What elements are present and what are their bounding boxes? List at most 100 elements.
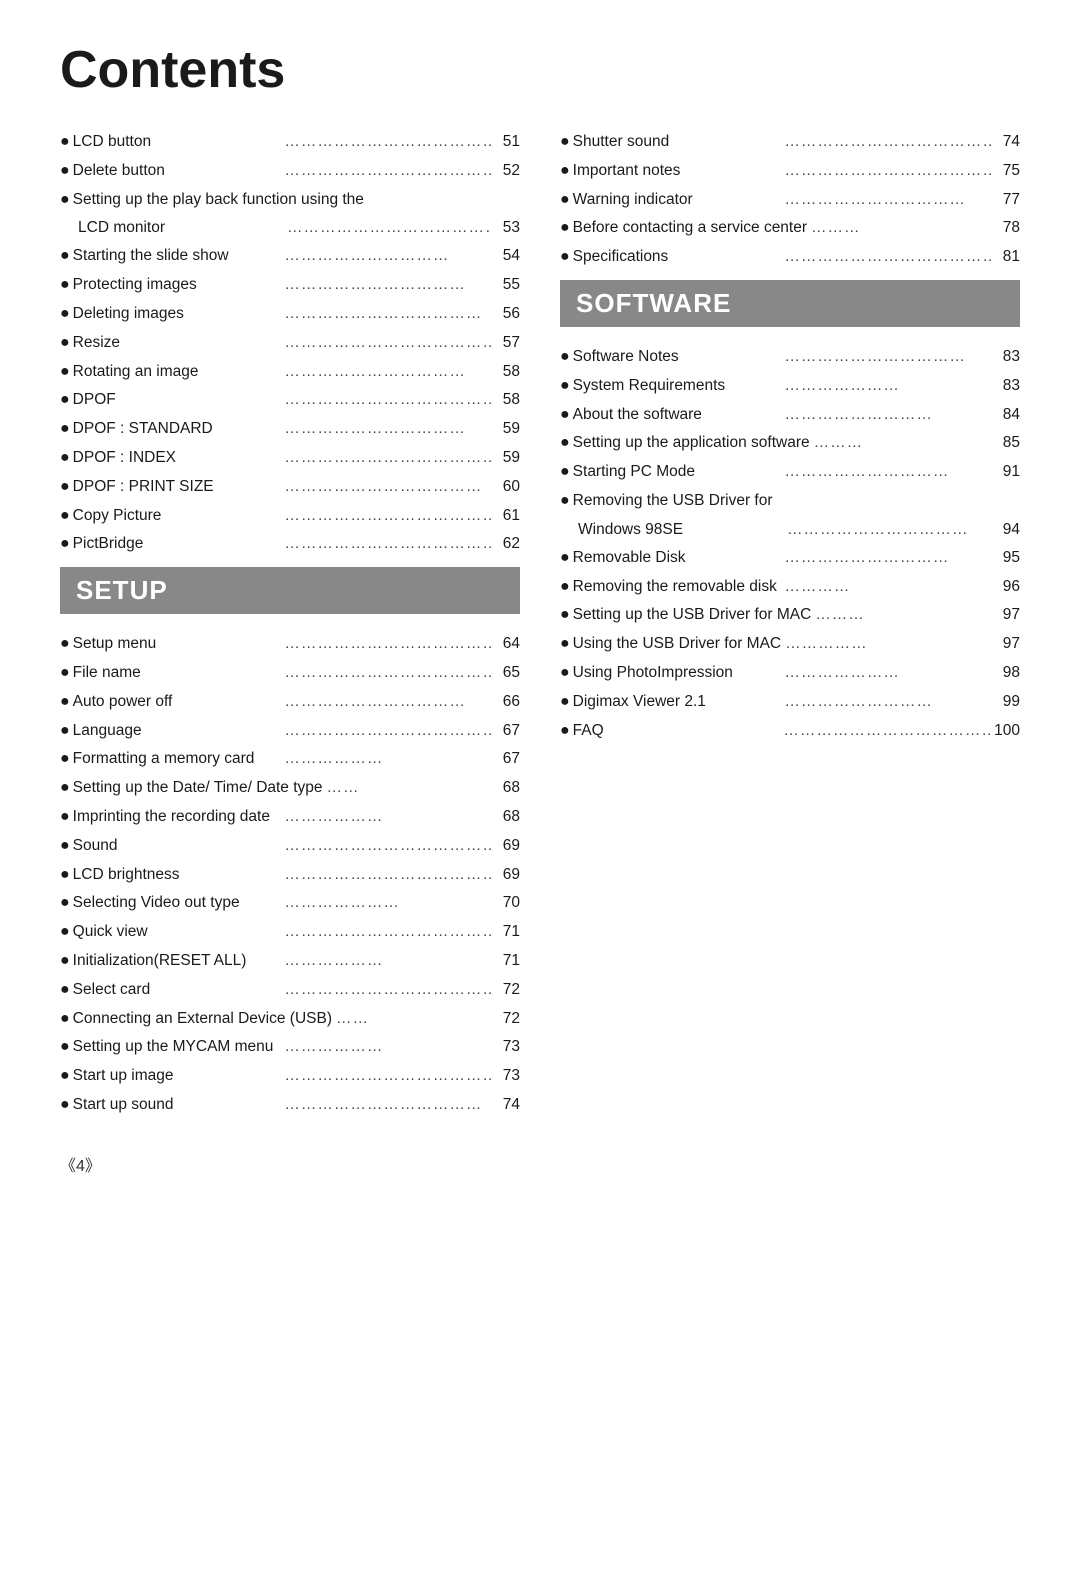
toc-dots: ……………………… <box>784 403 992 427</box>
toc-dots: ………………………………… <box>784 245 992 269</box>
toc-bullet: ● <box>560 460 570 485</box>
toc-bullet: ● <box>60 159 70 184</box>
toc-bullet: ● <box>60 1035 70 1060</box>
toc-page: 74 <box>496 1093 520 1117</box>
toc-item: ●Connecting an External Device (USB)……72 <box>60 1007 520 1032</box>
toc-bullet: ● <box>560 575 570 600</box>
toc-dots: ……… <box>815 603 992 627</box>
toc-page: 59 <box>496 446 520 470</box>
toc-item: ●DPOF : PRINT SIZE………………………………60 <box>60 475 520 500</box>
toc-label: Selecting Video out type <box>73 891 281 915</box>
toc-bullet: ● <box>60 188 70 213</box>
toc-label: Start up image <box>73 1064 281 1088</box>
toc-label: Windows 98SE <box>578 518 783 542</box>
toc-item: ●Selecting Video out type…………………70 <box>60 891 520 916</box>
toc-bullet: ● <box>60 446 70 471</box>
toc-bullet: ● <box>560 632 570 657</box>
toc-bullet: ● <box>560 188 570 213</box>
toc-dots: ……………………… <box>784 690 992 714</box>
toc-page: 62 <box>496 532 520 556</box>
toc-item: ●Rotating an image……………………………58 <box>60 360 520 385</box>
toc-bullet: ● <box>60 1007 70 1032</box>
toc-dots: ……………… <box>284 1035 492 1059</box>
toc-bullet: ● <box>560 661 570 686</box>
software-header: SOFTWARE <box>560 280 1020 327</box>
toc-page: 61 <box>496 504 520 528</box>
toc-dots: ……… <box>811 216 992 240</box>
toc-label: Setup menu <box>73 632 281 656</box>
toc-label: Before contacting a service center <box>573 216 807 240</box>
toc-dots: ……………… <box>284 949 492 973</box>
toc-item: ●Starting the slide show…………………………54 <box>60 244 520 269</box>
toc-bullet: ● <box>60 690 70 715</box>
toc-item: ●PictBridge……………………………………62 <box>60 532 520 557</box>
toc-bullet: ● <box>60 747 70 772</box>
toc-page: 74 <box>996 130 1020 154</box>
toc-item: ●Removable Disk…………………………95 <box>560 546 1020 571</box>
toc-page: 84 <box>996 403 1020 427</box>
toc-dots: ………… <box>784 575 992 599</box>
toc-dots: ………………………………… <box>284 446 492 470</box>
toc-dots: …………………………… <box>284 360 492 384</box>
toc-item: ●Select card………………………………………72 <box>60 978 520 1003</box>
toc-label: DPOF <box>73 388 281 412</box>
toc-label: DPOF : INDEX <box>73 446 281 470</box>
toc-item: ●Removing the removable disk…………96 <box>560 575 1020 600</box>
toc-page: 75 <box>996 159 1020 183</box>
toc-item: ●System Requirements…………………83 <box>560 374 1020 399</box>
toc-item: ●Specifications…………………………………81 <box>560 245 1020 270</box>
toc-dots: ……………………………………… <box>284 719 492 743</box>
toc-dots: …………… <box>785 632 992 656</box>
toc-bullet: ● <box>560 690 570 715</box>
toc-dots: ………………………………… <box>284 863 492 887</box>
toc-item: ●Resize……………………………………………57 <box>60 331 520 356</box>
toc-bullet: ● <box>60 504 70 529</box>
toc-label: System Requirements <box>573 374 781 398</box>
toc-page: 96 <box>996 575 1020 599</box>
toc-page: 100 <box>994 719 1020 743</box>
toc-item: ●Protecting images……………………………55 <box>60 273 520 298</box>
toc-page: 69 <box>496 834 520 858</box>
toc-bullet: ● <box>60 331 70 356</box>
toc-label: Setting up the Date/ Time/ Date type <box>73 776 323 800</box>
toc-label: Resize <box>73 331 281 355</box>
toc-item: ●Setting up the Date/ Time/ Date type……6… <box>60 776 520 801</box>
toc-item: ●DPOF : STANDARD……………………………59 <box>60 417 520 442</box>
toc-label: Using PhotoImpression <box>573 661 781 685</box>
toc-item: ●Start up image…………………………………73 <box>60 1064 520 1089</box>
toc-bullet: ● <box>60 360 70 385</box>
toc-item: ●Removing the USB Driver for <box>560 489 1020 514</box>
toc-bullet: ● <box>60 891 70 916</box>
toc-page: 81 <box>996 245 1020 269</box>
toc-page: 65 <box>496 661 520 685</box>
toc-dots: …………………………… <box>284 417 492 441</box>
toc-item: ●DPOF : INDEX…………………………………59 <box>60 446 520 471</box>
toc-label: Shutter sound <box>573 130 781 154</box>
toc-bullet: ● <box>60 776 70 801</box>
toc-page: 64 <box>496 632 520 656</box>
toc-item: ●Setting up the application software………8… <box>560 431 1020 456</box>
toc-item: ●LCD button……………………………………51 <box>60 130 520 155</box>
toc-bullet: ● <box>60 863 70 888</box>
toc-bullet: ● <box>560 374 570 399</box>
toc-bullet: ● <box>560 403 570 428</box>
toc-bullet: ● <box>560 489 570 514</box>
toc-page: 83 <box>996 345 1020 369</box>
toc-dots: …………………………………… <box>784 130 992 154</box>
setup-items: ●Setup menu…………………………………64●File name…………… <box>60 632 520 1118</box>
toc-item: ●Setting up the MYCAM menu………………73 <box>60 1035 520 1060</box>
toc-page: 94 <box>996 518 1020 542</box>
toc-page: 68 <box>496 776 520 800</box>
toc-dots: …………………………………… <box>284 532 492 556</box>
toc-item: ●Imprinting the recording date………………68 <box>60 805 520 830</box>
toc-dots: ……………………………… <box>284 302 492 326</box>
toc-label: Removing the removable disk <box>573 575 781 599</box>
toc-dots: ……………… <box>284 747 492 771</box>
toc-dots: ……………………………… <box>284 1093 492 1117</box>
toc-label: Setting up the play back function using … <box>73 188 520 212</box>
toc-page: 66 <box>496 690 520 714</box>
toc-label: Rotating an image <box>73 360 281 384</box>
toc-bullet: ● <box>60 632 70 657</box>
toc-label: LCD button <box>73 130 281 154</box>
toc-bullet: ● <box>560 719 570 744</box>
